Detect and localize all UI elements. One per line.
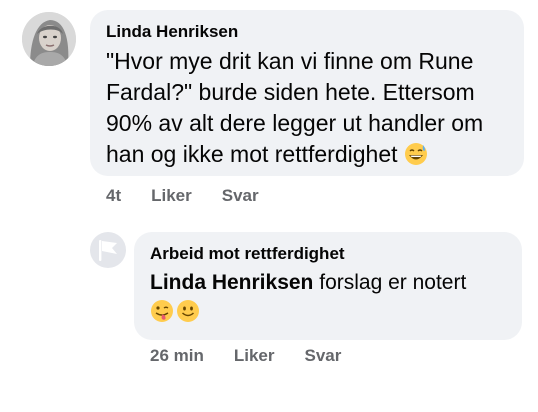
tongue-wink-emoji-icon bbox=[150, 299, 174, 332]
comment-reply-button[interactable]: Svar bbox=[222, 186, 259, 206]
avatar-photo bbox=[22, 12, 76, 66]
reply-actions: 26 min Liker Svar bbox=[150, 346, 341, 366]
reply-body: Linda Henriksen forslag er notert bbox=[150, 268, 508, 332]
comment-actions: 4t Liker Svar bbox=[106, 186, 259, 206]
reply-like-button[interactable]: Liker bbox=[234, 346, 275, 366]
comment-author[interactable]: Linda Henriksen bbox=[106, 22, 510, 42]
comment-like-button[interactable]: Liker bbox=[151, 186, 192, 206]
comment-body: "Hvor mye drit kan vi finne om Rune Fard… bbox=[106, 46, 510, 174]
comment-bubble: Linda Henriksen "Hvor mye drit kan vi fi… bbox=[90, 10, 524, 176]
reply-timestamp[interactable]: 26 min bbox=[150, 346, 204, 366]
reply-bubble: Arbeid mot rettferdighet Linda Henriksen… bbox=[134, 232, 522, 340]
reply-text: forslag er notert bbox=[319, 271, 467, 294]
avatar-linda[interactable] bbox=[22, 12, 76, 66]
reply-reply-button[interactable]: Svar bbox=[305, 346, 342, 366]
reply-author[interactable]: Arbeid mot rettferdighet bbox=[150, 244, 508, 264]
smile-emoji-icon bbox=[176, 299, 200, 332]
comment-timestamp[interactable]: 4t bbox=[106, 186, 121, 206]
grinning-sweat-emoji-icon bbox=[404, 142, 428, 174]
reply-mention[interactable]: Linda Henriksen bbox=[150, 271, 313, 294]
flag-icon bbox=[99, 240, 117, 261]
avatar-page[interactable] bbox=[90, 232, 126, 268]
